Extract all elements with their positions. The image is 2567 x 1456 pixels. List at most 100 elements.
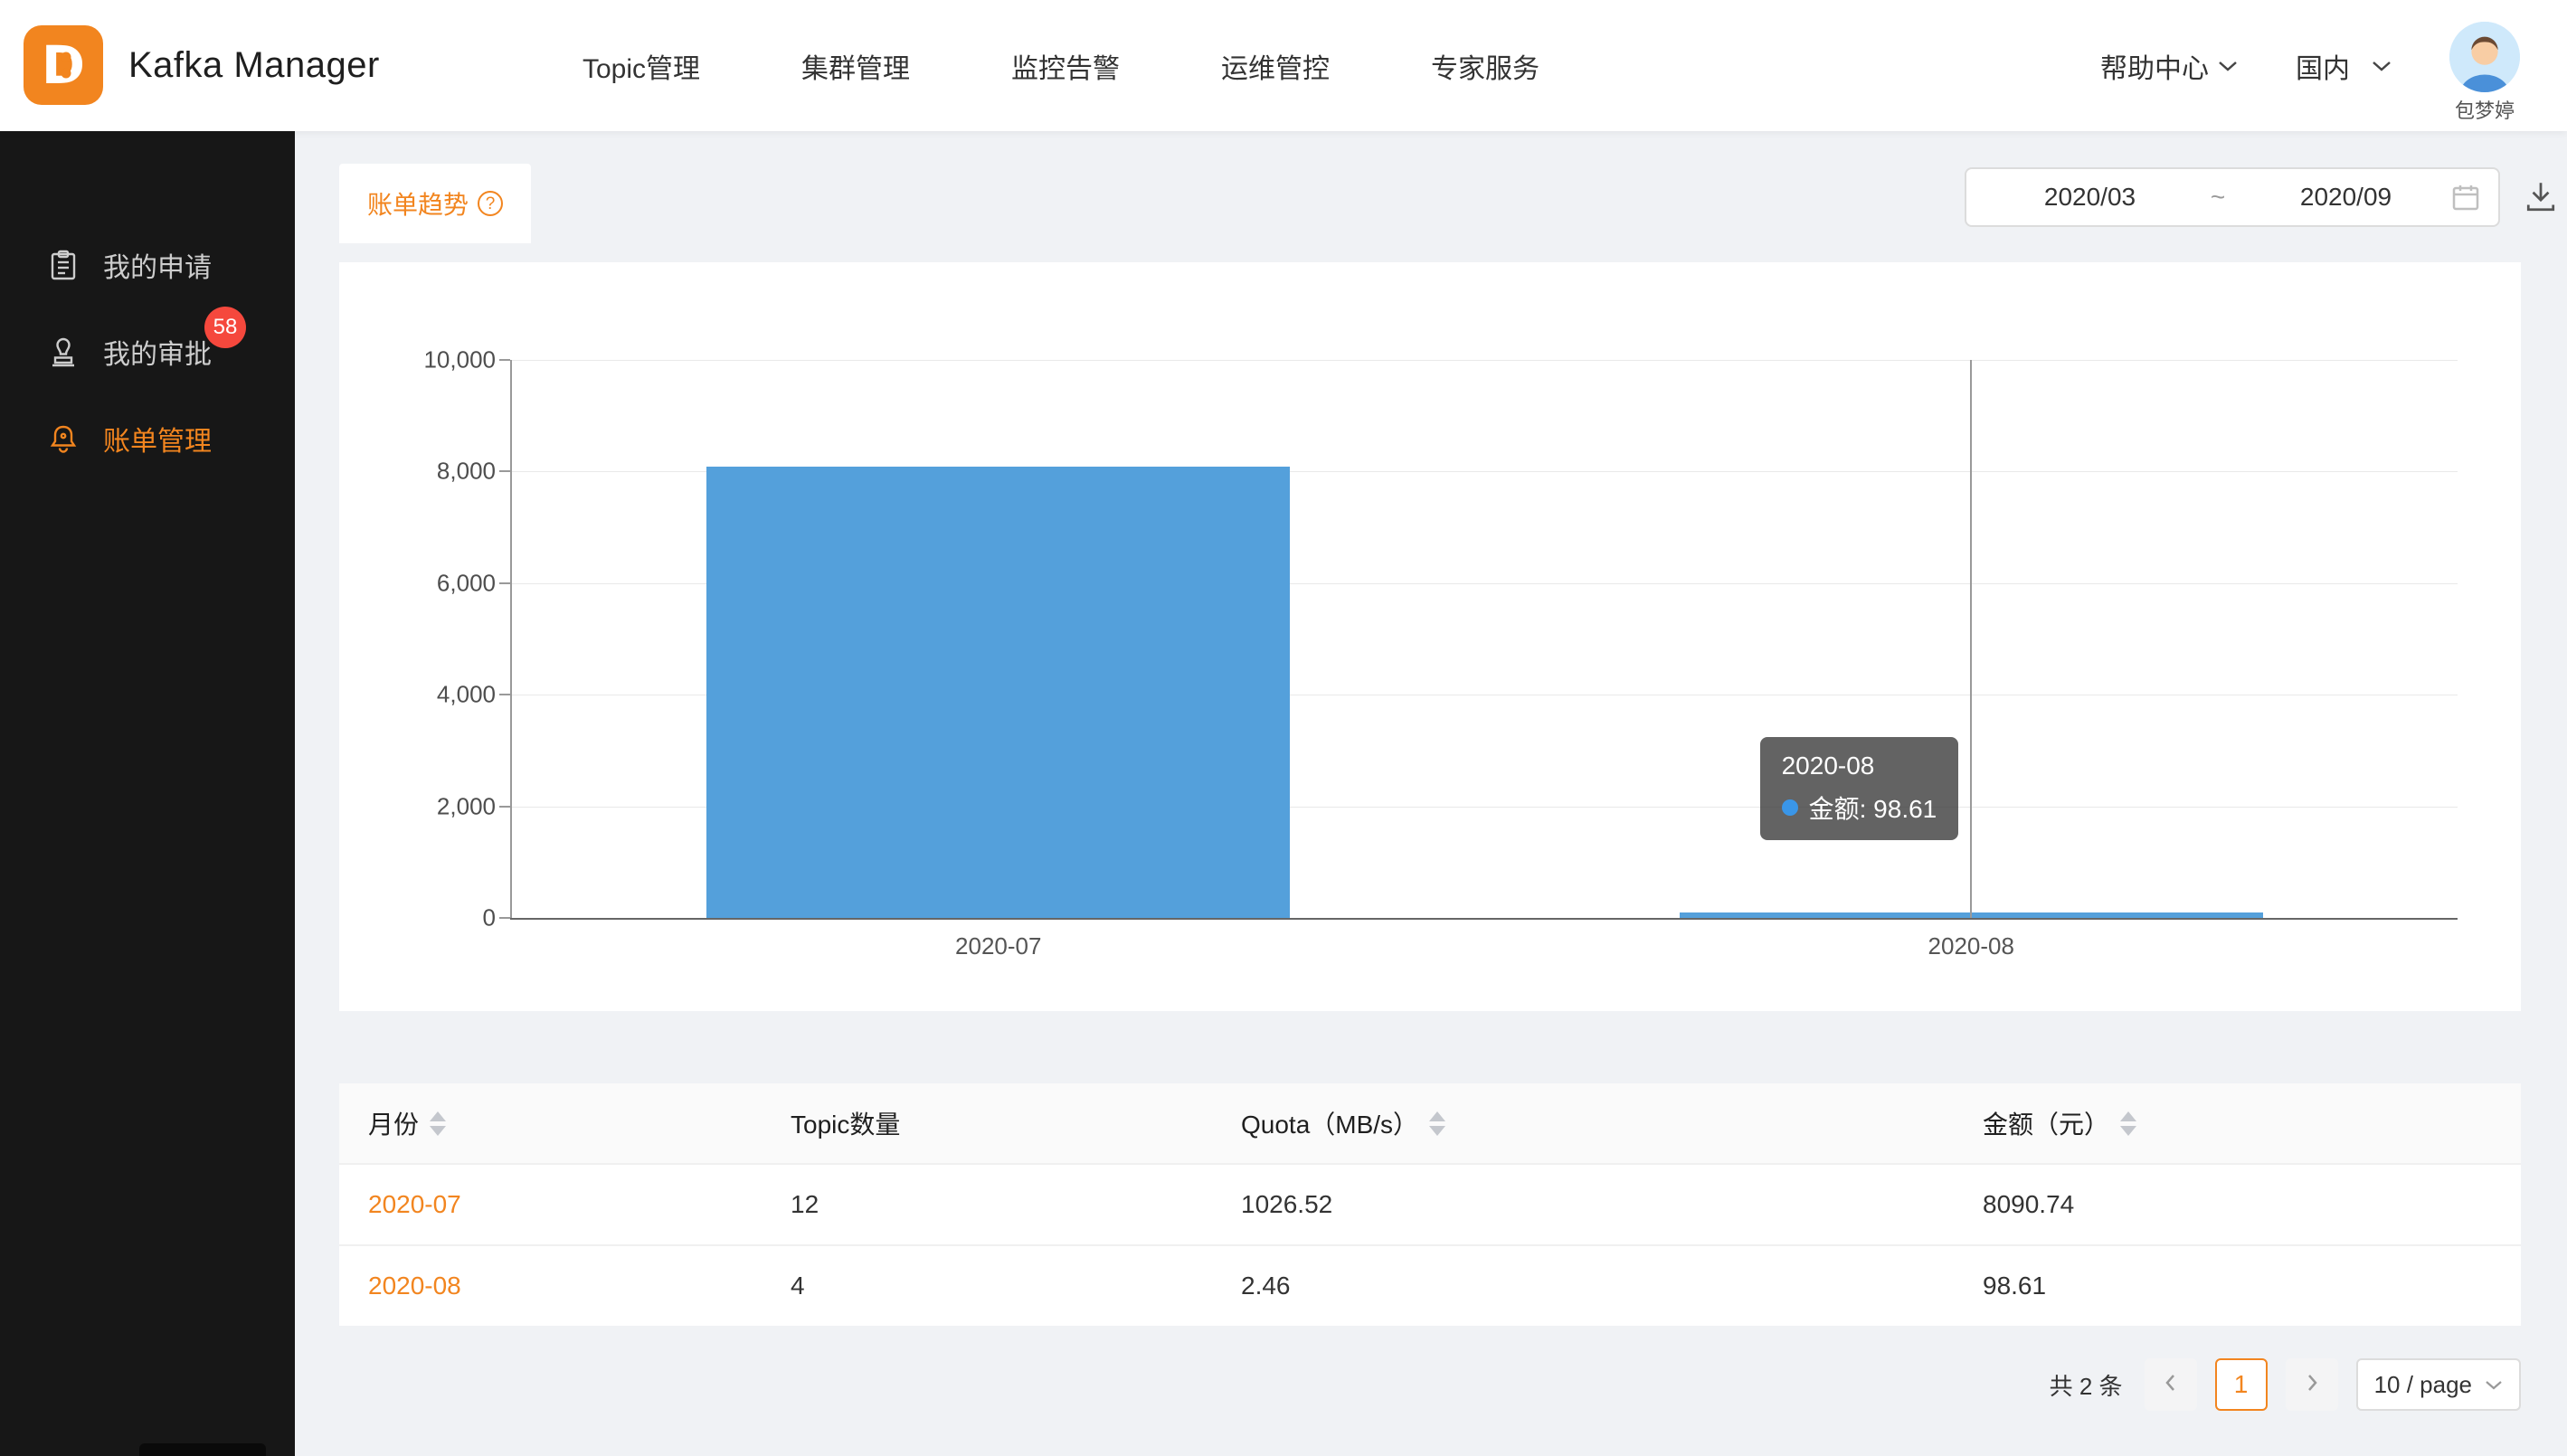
month-link[interactable]: 2020-07 <box>368 1190 461 1218</box>
y-tick-label: 8,000 <box>437 458 496 486</box>
column-amount: 金额（元） <box>1983 1105 2492 1141</box>
nav-topic-manage[interactable]: Topic管理 <box>583 46 700 86</box>
cell-amount: 8090.74 <box>1983 1190 2492 1219</box>
y-tick-mark <box>499 694 510 695</box>
bottom-collapsed-bar <box>139 1443 266 1456</box>
cell-amount: 98.61 <box>1983 1272 2492 1300</box>
y-tick-mark <box>499 582 510 584</box>
nav-ops-control[interactable]: 运维管控 <box>1221 46 1330 86</box>
avatar <box>2449 22 2520 92</box>
help-center-label: 帮助中心 <box>2100 46 2209 86</box>
cell-quota: 2.46 <box>1241 1272 1983 1300</box>
sidebar-item-bill-management[interactable]: 账单管理 <box>0 395 295 482</box>
bar-chart-plot: 2020-08 金额: 98.61 02,0004,0006,0008,0001… <box>512 360 2458 918</box>
y-tick-label: 0 <box>483 904 496 932</box>
sidebar-item-label: 我的申请 <box>103 245 212 285</box>
app-title: Kafka Manager <box>128 0 380 131</box>
table-row: 2020-07 12 1026.52 8090.74 <box>339 1163 2521 1244</box>
table-row: 2020-08 4 2.46 98.61 <box>339 1244 2521 1326</box>
app-root: D Kafka Manager Topic管理 集群管理 监控告警 运维管控 专… <box>0 0 2567 1456</box>
cell-topic-count: 4 <box>791 1272 1241 1300</box>
date-separator: ~ <box>2195 183 2240 212</box>
nav-cluster-manage[interactable]: 集群管理 <box>801 46 910 86</box>
y-tick-mark <box>499 917 510 919</box>
user-name: 包梦婷 <box>2455 95 2515 124</box>
x-axis-label: 2020-07 <box>955 932 1041 960</box>
help-center-dropdown[interactable]: 帮助中心 <box>2100 46 2238 86</box>
chevron-down-icon <box>2372 60 2392 72</box>
y-tick-mark <box>499 806 510 808</box>
column-label: 月份 <box>368 1105 419 1141</box>
date-range-picker[interactable]: 2020/03 ~ 2020/09 <box>1965 167 2500 227</box>
question-circle-icon[interactable]: ? <box>478 191 503 216</box>
approvals-count-badge: 58 <box>204 307 246 348</box>
tab-bill-trend[interactable]: 账单趋势 ? <box>339 164 531 243</box>
download-icon[interactable] <box>2524 179 2560 215</box>
chevron-left-icon <box>2164 1373 2178 1397</box>
month-link[interactable]: 2020-08 <box>368 1272 461 1300</box>
y-axis-line <box>510 360 512 918</box>
column-label: Quota（MB/s） <box>1241 1105 1418 1141</box>
sidebar-item-label: 我的审批 <box>103 332 212 372</box>
column-label: 金额（元） <box>1983 1105 2109 1141</box>
header-right: 帮助中心 国内 <box>2100 0 2520 131</box>
date-start-value[interactable]: 2020/03 <box>1984 183 2195 212</box>
sidebar-item-my-approvals[interactable]: 我的审批 58 <box>0 308 295 395</box>
top-header: D Kafka Manager Topic管理 集群管理 监控告警 运维管控 专… <box>0 0 2567 131</box>
calendar-icon <box>2451 183 2480 212</box>
region-dropdown[interactable]: 国内 <box>2296 46 2392 86</box>
table-header: 月份 Topic数量 Quota（MB/s） 金额（元） <box>339 1083 2521 1163</box>
column-label: Topic数量 <box>791 1105 900 1141</box>
page-size-select[interactable]: 10 / page <box>2356 1358 2521 1411</box>
y-tick-label: 4,000 <box>437 681 496 709</box>
nav-expert-service[interactable]: 专家服务 <box>1431 46 1539 86</box>
bar-2020-07[interactable] <box>706 467 1290 918</box>
chevron-down-icon <box>2218 60 2238 72</box>
y-tick-label: 6,000 <box>437 569 496 597</box>
pagination: 共 2 条 1 10 / page <box>2050 1357 2521 1413</box>
date-end-value[interactable]: 2020/09 <box>2240 183 2451 212</box>
sidebar-item-my-applications[interactable]: 我的申请 <box>0 222 295 308</box>
user-menu[interactable]: 包梦婷 <box>2449 22 2520 124</box>
y-tick-mark <box>499 470 510 472</box>
cell-topic-count: 12 <box>791 1190 1241 1219</box>
sidebar-item-label: 账单管理 <box>103 419 212 459</box>
tooltip-value: 金额: 98.61 <box>1809 789 1937 826</box>
crosshair-line <box>1970 360 1972 918</box>
stamp-icon <box>47 336 80 368</box>
next-page-button[interactable] <box>2286 1358 2338 1411</box>
clipboard-icon <box>47 249 80 281</box>
prev-page-button[interactable] <box>2145 1358 2197 1411</box>
bill-trend-chart-card: 2020-08 金额: 98.61 0 2,000 4,000 6,000 8,000 1… <box>339 262 2521 1011</box>
y-tick-mark <box>499 359 510 361</box>
column-month: 月份 <box>368 1105 791 1141</box>
region-label: 国内 <box>2296 46 2350 86</box>
y-tick-label: 10,000 <box>423 346 496 374</box>
sort-control[interactable] <box>1429 1111 1445 1136</box>
sort-control[interactable] <box>2120 1111 2136 1136</box>
column-quota: Quota（MB/s） <box>1241 1105 1983 1141</box>
total-count-label: 共 2 条 <box>2050 1368 2123 1402</box>
sort-control[interactable] <box>430 1111 446 1136</box>
sidebar: 我的申请 我的审批 58 账单管理 <box>0 131 295 1456</box>
chevron-down-icon <box>2485 1379 2503 1391</box>
x-axis-line <box>510 918 2458 920</box>
main-nav: Topic管理 集群管理 监控告警 运维管控 专家服务 <box>583 0 1539 131</box>
chevron-right-icon <box>2305 1373 2319 1397</box>
svg-text:D: D <box>42 34 85 96</box>
tab-label: 账单趋势 <box>367 185 469 222</box>
gridline <box>512 360 2458 361</box>
series-dot-icon <box>1782 799 1798 816</box>
x-axis-label: 2020-08 <box>1928 932 2014 960</box>
bill-table-card: 月份 Topic数量 Quota（MB/s） 金额（元） 2020-07 12 … <box>339 1083 2521 1326</box>
tooltip-title: 2020-08 <box>1782 752 1937 780</box>
column-topic-count: Topic数量 <box>791 1105 1241 1141</box>
page-1-button[interactable]: 1 <box>2215 1358 2268 1411</box>
app-logo-icon[interactable]: D <box>24 25 103 105</box>
page-size-value: 10 / page <box>2374 1371 2472 1399</box>
y-tick-label: 2,000 <box>437 792 496 820</box>
bill-bell-icon <box>47 422 80 455</box>
nav-monitor-alert[interactable]: 监控告警 <box>1011 46 1120 86</box>
cell-quota: 1026.52 <box>1241 1190 1983 1219</box>
chart-tooltip: 2020-08 金额: 98.61 <box>1760 737 1959 840</box>
